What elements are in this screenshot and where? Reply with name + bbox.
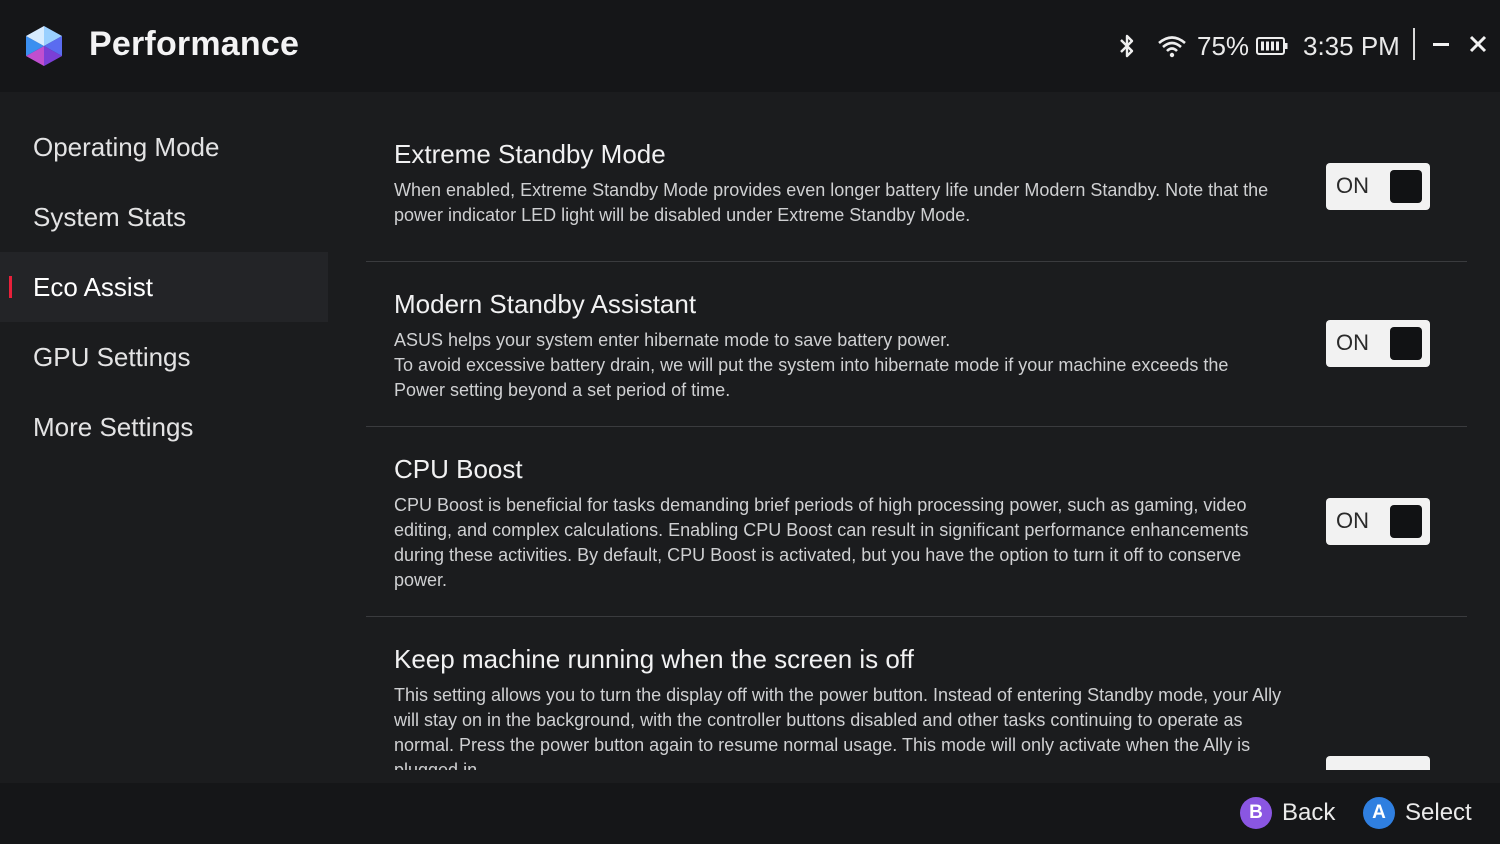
sidebar-item-label: GPU Settings xyxy=(33,342,191,372)
setting-description: When enabled, Extreme Standby Mode provi… xyxy=(394,180,1269,225)
toggle-state-label: ON xyxy=(1336,508,1369,533)
divider xyxy=(366,616,1467,617)
battery-percentage: 75% xyxy=(1197,31,1250,61)
page-title: Performance xyxy=(89,25,300,63)
setting-description: CPU Boost is beneficial for tasks demand… xyxy=(394,495,1249,590)
clock: 3:35 PM xyxy=(1303,31,1400,61)
settings-list[interactable]: Extreme Standby Mode When enabled, Extre… xyxy=(366,112,1467,770)
setting-title: CPU Boost xyxy=(394,454,523,484)
sidebar: Operating Mode System Stats Eco Assist G… xyxy=(0,112,328,462)
sidebar-item-eco-assist[interactable]: Eco Assist xyxy=(0,252,328,322)
toggle-knob xyxy=(1390,170,1422,203)
setting-description: This setting allows you to turn the disp… xyxy=(394,685,1282,770)
back-hint[interactable]: B Back xyxy=(1240,796,1340,832)
close-icon[interactable] xyxy=(1464,30,1492,58)
select-label: Select xyxy=(1405,799,1472,826)
app-window: Performance 75% 3:35 PM Operating Mode S… xyxy=(0,0,1500,844)
sidebar-item-label: More Settings xyxy=(33,412,194,442)
toggle-knob xyxy=(1390,505,1422,538)
toggle-state-label: ON xyxy=(1336,330,1369,355)
b-button-icon: B xyxy=(1240,797,1272,829)
battery-icon xyxy=(1256,37,1288,55)
setting-description-line: ASUS helps your system enter hibernate m… xyxy=(394,330,951,350)
setting-description-line: To avoid excessive battery drain, we wil… xyxy=(394,355,1229,400)
title-bar: Performance 75% 3:35 PM xyxy=(0,0,1500,92)
setting-title: Keep machine running when the screen is … xyxy=(394,644,914,674)
back-label: Back xyxy=(1282,799,1336,826)
a-button-icon: A xyxy=(1363,797,1395,829)
select-hint[interactable]: A Select xyxy=(1363,796,1483,832)
modern-standby-toggle[interactable]: ON xyxy=(1326,320,1430,367)
toggle-knob xyxy=(1334,763,1366,770)
setting-title: Modern Standby Assistant xyxy=(394,289,697,319)
footer-hints: B Back A Select xyxy=(0,783,1500,844)
divider xyxy=(366,426,1467,427)
sidebar-item-label: Eco Assist xyxy=(33,272,153,302)
keep-running-toggle[interactable] xyxy=(1326,756,1430,770)
sidebar-item-operating-mode[interactable]: Operating Mode xyxy=(0,112,328,182)
wifi-icon xyxy=(1158,36,1186,58)
sidebar-item-label: Operating Mode xyxy=(33,132,220,162)
setting-title: Extreme Standby Mode xyxy=(394,139,666,169)
sidebar-item-system-stats[interactable]: System Stats xyxy=(0,182,328,252)
minimize-button[interactable] xyxy=(1428,30,1454,58)
toggle-knob xyxy=(1390,327,1422,360)
cpu-boost-toggle[interactable]: ON xyxy=(1326,498,1430,545)
bluetooth-icon xyxy=(1120,34,1134,58)
setting-description: ASUS helps your system enter hibernate m… xyxy=(394,328,1284,403)
sidebar-item-label: System Stats xyxy=(33,202,187,232)
toggle-state-label: ON xyxy=(1336,173,1369,198)
divider xyxy=(366,261,1467,262)
sidebar-item-more-settings[interactable]: More Settings xyxy=(0,392,328,462)
extreme-standby-toggle[interactable]: ON xyxy=(1326,163,1430,210)
app-logo-icon xyxy=(26,26,62,66)
sidebar-item-gpu-settings[interactable]: GPU Settings xyxy=(0,322,328,392)
status-divider xyxy=(1413,28,1415,60)
